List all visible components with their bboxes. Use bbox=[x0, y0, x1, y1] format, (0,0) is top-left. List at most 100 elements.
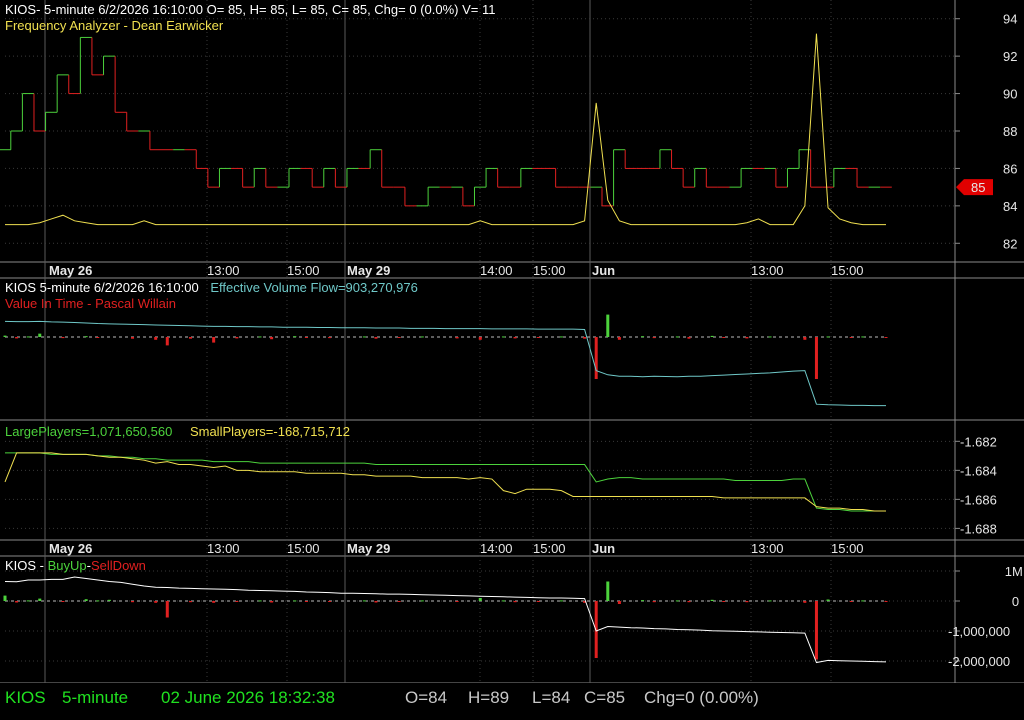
frequency-analyzer-label: Frequency Analyzer - Dean Earwicker bbox=[5, 18, 224, 33]
buyup-selldown-header: KIOS - BuyUp-SellDown bbox=[5, 558, 146, 573]
buyup-tick-label: 1M bbox=[1005, 564, 1023, 579]
volume-bar bbox=[501, 336, 505, 338]
volume-bar bbox=[849, 337, 853, 338]
buyup-selldown-bar bbox=[710, 599, 714, 601]
buyup-selldown-bar bbox=[362, 600, 366, 602]
date-axis-label: May 29 bbox=[347, 263, 390, 278]
buyup-tick-label: -2,000,000 bbox=[948, 654, 1010, 669]
volume-bar bbox=[617, 337, 621, 340]
buyup-selldown-bar bbox=[478, 598, 482, 601]
volume-bar bbox=[304, 337, 308, 338]
buyup-selldown-bar bbox=[188, 601, 192, 603]
buyup-selldown-prefix: KIOS - bbox=[5, 558, 48, 573]
selldown-label: SellDown bbox=[91, 558, 146, 573]
buyup-selldown-bar bbox=[803, 601, 807, 603]
date-axis-label: 14:00 bbox=[480, 541, 513, 556]
volume-bar bbox=[594, 337, 598, 379]
buyup-selldown-bar bbox=[84, 599, 88, 601]
buyup-selldown-bar bbox=[328, 601, 332, 602]
value-in-time-header-text: KIOS 5-minute 6/2/2026 16:10:00 bbox=[5, 280, 199, 295]
date-axis-label: May 26 bbox=[49, 541, 92, 556]
players-tick-label: -1.686 bbox=[960, 492, 997, 507]
volume-bar bbox=[722, 337, 726, 338]
status-symbol: KIOS bbox=[5, 688, 46, 707]
buyup-selldown-bar bbox=[3, 595, 7, 601]
price-tick-label: 88 bbox=[1003, 124, 1017, 139]
buyup-selldown-bar bbox=[270, 601, 274, 603]
buyup-selldown-bar bbox=[501, 600, 505, 602]
date-axis-label: 15:00 bbox=[287, 541, 320, 556]
effective-volume-flow-label: Effective Volume Flow=903,270,976 bbox=[210, 280, 418, 295]
date-axis-label: 13:00 bbox=[207, 541, 240, 556]
status-datetime: 02 June 2026 18:32:38 bbox=[161, 688, 335, 707]
date-axis-label: 15:00 bbox=[831, 263, 864, 278]
buyup-selldown-bar bbox=[304, 601, 308, 602]
players-tick-label: -1.684 bbox=[960, 463, 997, 478]
buyup-selldown-bar bbox=[455, 601, 459, 602]
date-axis-label: Jun bbox=[592, 263, 615, 278]
volume-bar bbox=[652, 337, 656, 339]
price-tick-label: 84 bbox=[1003, 199, 1017, 214]
buyup-selldown-bar bbox=[675, 600, 679, 602]
buyup-selldown-bar bbox=[131, 601, 135, 603]
volume-bar bbox=[641, 336, 645, 338]
date-axis-label: 13:00 bbox=[751, 541, 784, 556]
buyup-selldown-bar bbox=[397, 601, 401, 602]
buyup-tick-label: -1,000,000 bbox=[948, 624, 1010, 639]
volume-bar bbox=[606, 314, 610, 337]
volume-bar bbox=[861, 336, 865, 338]
date-axis-label: 15:00 bbox=[287, 263, 320, 278]
buyup-selldown-bar bbox=[559, 600, 563, 602]
volume-bar bbox=[3, 335, 7, 337]
status-bar: KIOS 5-minute 02 June 2026 18:32:38 O=84… bbox=[0, 683, 1024, 720]
volume-bar bbox=[687, 337, 691, 339]
last-price-badge-label: 85 bbox=[971, 180, 985, 195]
date-axis-label: 15:00 bbox=[533, 263, 566, 278]
buyup-selldown-bar bbox=[617, 601, 621, 604]
volume-bar bbox=[803, 337, 807, 340]
volume-bar bbox=[420, 336, 424, 338]
volume-bar bbox=[745, 337, 749, 339]
buyup-selldown-bar bbox=[96, 600, 100, 602]
volume-bar bbox=[362, 336, 366, 338]
date-axis-label: 13:00 bbox=[207, 263, 240, 278]
value-in-time-header: KIOS 5-minute 6/2/2026 16:10:00 Effectiv… bbox=[5, 280, 418, 295]
buyup-selldown-bar bbox=[26, 600, 30, 602]
players-tick-label: -1.682 bbox=[960, 434, 997, 449]
volume-bar bbox=[293, 336, 297, 338]
price-tick-label: 94 bbox=[1003, 12, 1017, 27]
date-axis-label: Jun bbox=[592, 541, 615, 556]
date-axis-label: 15:00 bbox=[831, 541, 864, 556]
small-players-label: SmallPlayers=-168,715,712 bbox=[189, 424, 351, 439]
price-tick-label: 86 bbox=[1003, 161, 1017, 176]
price-tick-label: 82 bbox=[1003, 236, 1017, 251]
buyup-selldown-bar bbox=[745, 601, 749, 603]
buyup-selldown-bar bbox=[38, 598, 42, 601]
volume-bar bbox=[675, 336, 679, 338]
buyup-selldown-bar bbox=[107, 599, 111, 601]
buyup-selldown-bar bbox=[641, 600, 645, 602]
volume-bar bbox=[15, 337, 19, 339]
buyup-selldown-bar bbox=[374, 601, 378, 603]
volume-bar bbox=[212, 337, 216, 343]
volume-bar bbox=[131, 337, 135, 339]
buyup-selldown-bar bbox=[687, 601, 691, 603]
buyup-selldown-bar bbox=[536, 601, 540, 602]
buyup-selldown-bar bbox=[826, 599, 830, 601]
buyup-selldown-bar bbox=[722, 601, 726, 602]
buyup-selldown-bar bbox=[15, 601, 19, 603]
status-low: L=84 bbox=[532, 688, 571, 707]
price-tick-label: 92 bbox=[1003, 49, 1017, 64]
date-axis-label: May 26 bbox=[49, 263, 92, 278]
status-interval: 5-minute bbox=[62, 688, 129, 707]
chart-canvas: May 26 13:00 15:00 May 29 14:00 15:00 Jun 13:00… bbox=[0, 0, 1024, 684]
status-change: Chg=0 (0.00%) bbox=[644, 688, 759, 707]
date-axis-label: 13:00 bbox=[751, 263, 784, 278]
volume-bar bbox=[328, 337, 332, 339]
frequency-analyzer-line bbox=[5, 33, 886, 226]
volume-bar bbox=[583, 337, 587, 339]
volume-bar bbox=[455, 337, 459, 339]
effective-volume-flow-line bbox=[4, 320, 886, 407]
volume-bar bbox=[96, 337, 100, 338]
status-high: H=89 bbox=[468, 688, 510, 707]
